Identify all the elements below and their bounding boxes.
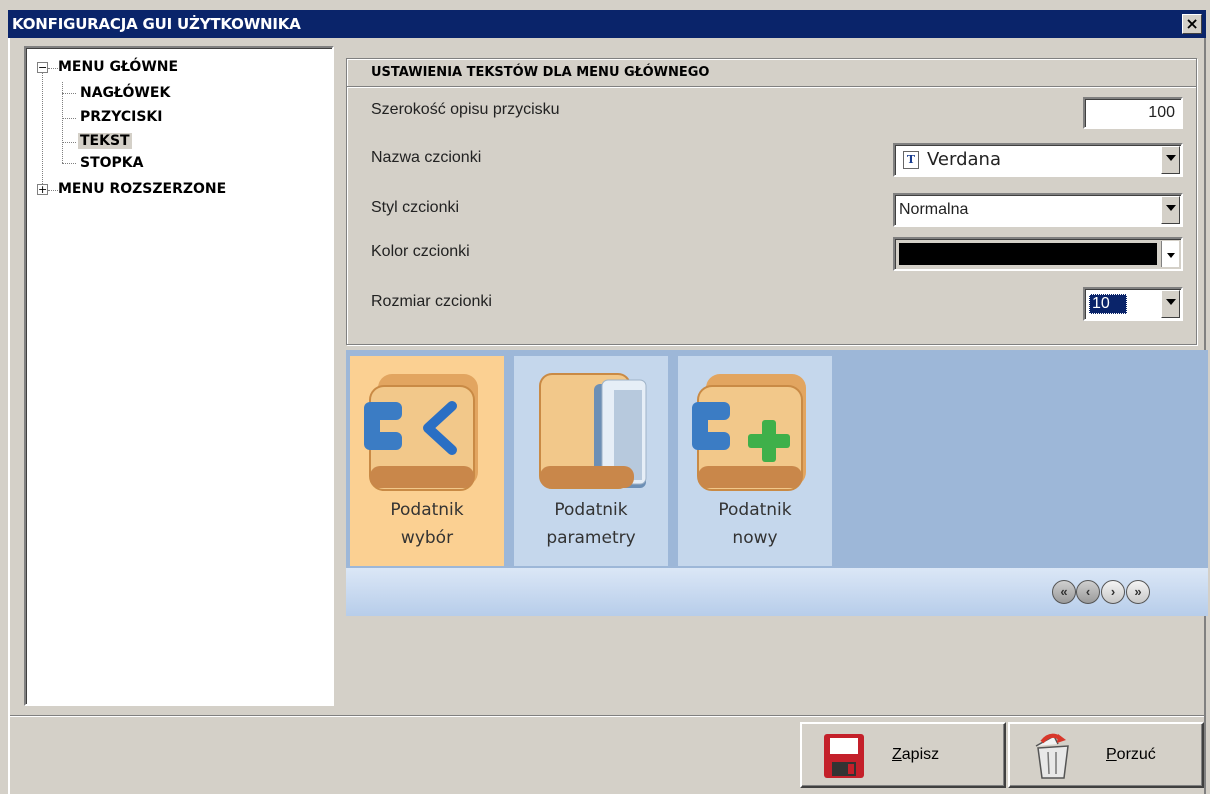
next-page-icon[interactable]: › (1101, 580, 1125, 604)
footer-divider (10, 715, 1204, 717)
preview-navigation-bar: « ‹ › » (346, 568, 1208, 616)
group-title: USTAWIENIA TEKSTÓW DLA MENU GŁÓWNEGO (347, 59, 1196, 87)
chevron-down-icon[interactable] (1161, 196, 1180, 224)
previous-page-icon[interactable]: ‹ (1076, 580, 1100, 604)
floppy-disk-icon (824, 734, 864, 778)
font-name-value: Verdana (927, 149, 1001, 170)
truetype-font-icon: T (903, 151, 919, 169)
close-button[interactable]: × (1182, 14, 1202, 34)
font-name-label: Nazwa czcionki (371, 149, 482, 166)
font-style-label: Styl czcionki (371, 199, 460, 216)
folder-open-icon (539, 373, 647, 489)
font-size-label: Rozmiar czcionki (371, 293, 492, 310)
window-titlebar: KONFIGURACJA GUI UŻYTKOWNIKA × (8, 10, 1206, 38)
font-size-select[interactable]: 10 (1083, 287, 1183, 321)
discard-accelerator: P (1106, 746, 1117, 763)
tree-item-menu-glowne[interactable]: MENU GŁÓWNE (58, 56, 178, 78)
font-color-picker[interactable] (893, 237, 1183, 271)
trash-bin-icon (1035, 733, 1069, 779)
tile-label-line1: Podatnik (390, 500, 464, 520)
tree-connector (62, 163, 76, 164)
settings-tree: − MENU GŁÓWNE NAGŁÓWEK PRZYCISKI TEKST S… (24, 46, 334, 706)
button-width-input[interactable]: 100 (1083, 97, 1183, 129)
tree-item-naglowek[interactable]: NAGŁÓWEK (80, 82, 170, 104)
tree-connector (62, 82, 63, 163)
save-accelerator: Z (892, 746, 902, 763)
chevron-down-icon[interactable] (1161, 290, 1180, 318)
expand-icon[interactable]: + (37, 184, 48, 195)
tile-podatnik-wybor[interactable]: Podatnik wybór (350, 356, 504, 566)
window-body: − MENU GŁÓWNE NAGŁÓWEK PRZYCISKI TEKST S… (8, 38, 1208, 794)
tree-item-menu-rozszerzone[interactable]: MENU ROZSZERZONE (58, 178, 226, 200)
tile-label-line2: wybór (400, 528, 454, 548)
tree-item-label: TEKST (78, 133, 132, 149)
tile-podatnik-nowy[interactable]: Podatnik nowy (678, 356, 832, 566)
tree-item-tekst[interactable]: TEKST (78, 130, 132, 152)
tree-connector (48, 190, 58, 191)
button-width-label: Szerokość opisu przycisku (371, 101, 560, 118)
tree-item-label: PRZYCISKI (80, 109, 163, 125)
tree-item-label: STOPKA (80, 155, 144, 171)
chevron-down-icon[interactable] (1161, 146, 1180, 174)
tree-item-label: MENU GŁÓWNE (58, 59, 179, 75)
chevron-down-icon[interactable] (1161, 241, 1179, 267)
tree-connector (48, 68, 58, 69)
text-settings-group: USTAWIENIA TEKSTÓW DLA MENU GŁÓWNEGO Sze… (346, 58, 1197, 345)
discard-label-rest: orzuć (1116, 746, 1156, 763)
tile-label-line1: Podatnik (718, 500, 792, 520)
tree-connector (62, 93, 76, 94)
color-swatch (899, 243, 1157, 265)
tile-label-line1: Podatnik (554, 500, 628, 520)
font-style-select[interactable]: Normalna (893, 193, 1183, 227)
save-button-label: Zapisz (892, 746, 939, 764)
tree-item-przyciski[interactable]: PRZYCISKI (80, 106, 162, 128)
tree-item-stopka[interactable]: STOPKA (80, 152, 143, 174)
save-button[interactable]: Zapisz (800, 722, 1006, 788)
first-page-icon[interactable]: « (1052, 580, 1076, 604)
menu-preview-strip: Podatnik wybór Podatnik parametry Podatn… (346, 350, 1208, 568)
collapse-icon[interactable]: − (37, 62, 48, 73)
window-title: KONFIGURACJA GUI UŻYTKOWNIKA (12, 15, 301, 33)
tree-connector (62, 118, 76, 119)
tile-podatnik-parametry[interactable]: Podatnik parametry (514, 356, 668, 566)
discard-button-label: Porzuć (1106, 746, 1156, 764)
tile-label-line2: nowy (732, 528, 778, 548)
tree-item-label: MENU ROZSZERZONE (58, 181, 227, 197)
folder-add-icon (692, 374, 806, 491)
discard-button[interactable]: Porzuć (1008, 722, 1204, 788)
last-page-icon[interactable]: » (1126, 580, 1150, 604)
font-size-value: 10 (1089, 294, 1127, 314)
tree-connector (42, 68, 43, 190)
font-name-select[interactable]: T Verdana (893, 143, 1183, 177)
tree-item-label: NAGŁÓWEK (80, 85, 171, 101)
tile-label-line2: parametry (546, 528, 636, 548)
tree-connector (62, 142, 76, 143)
folder-back-icon (364, 374, 478, 491)
save-label-rest: apisz (901, 746, 940, 763)
font-style-value: Normalna (899, 201, 969, 218)
font-color-label: Kolor czcionki (371, 243, 470, 260)
